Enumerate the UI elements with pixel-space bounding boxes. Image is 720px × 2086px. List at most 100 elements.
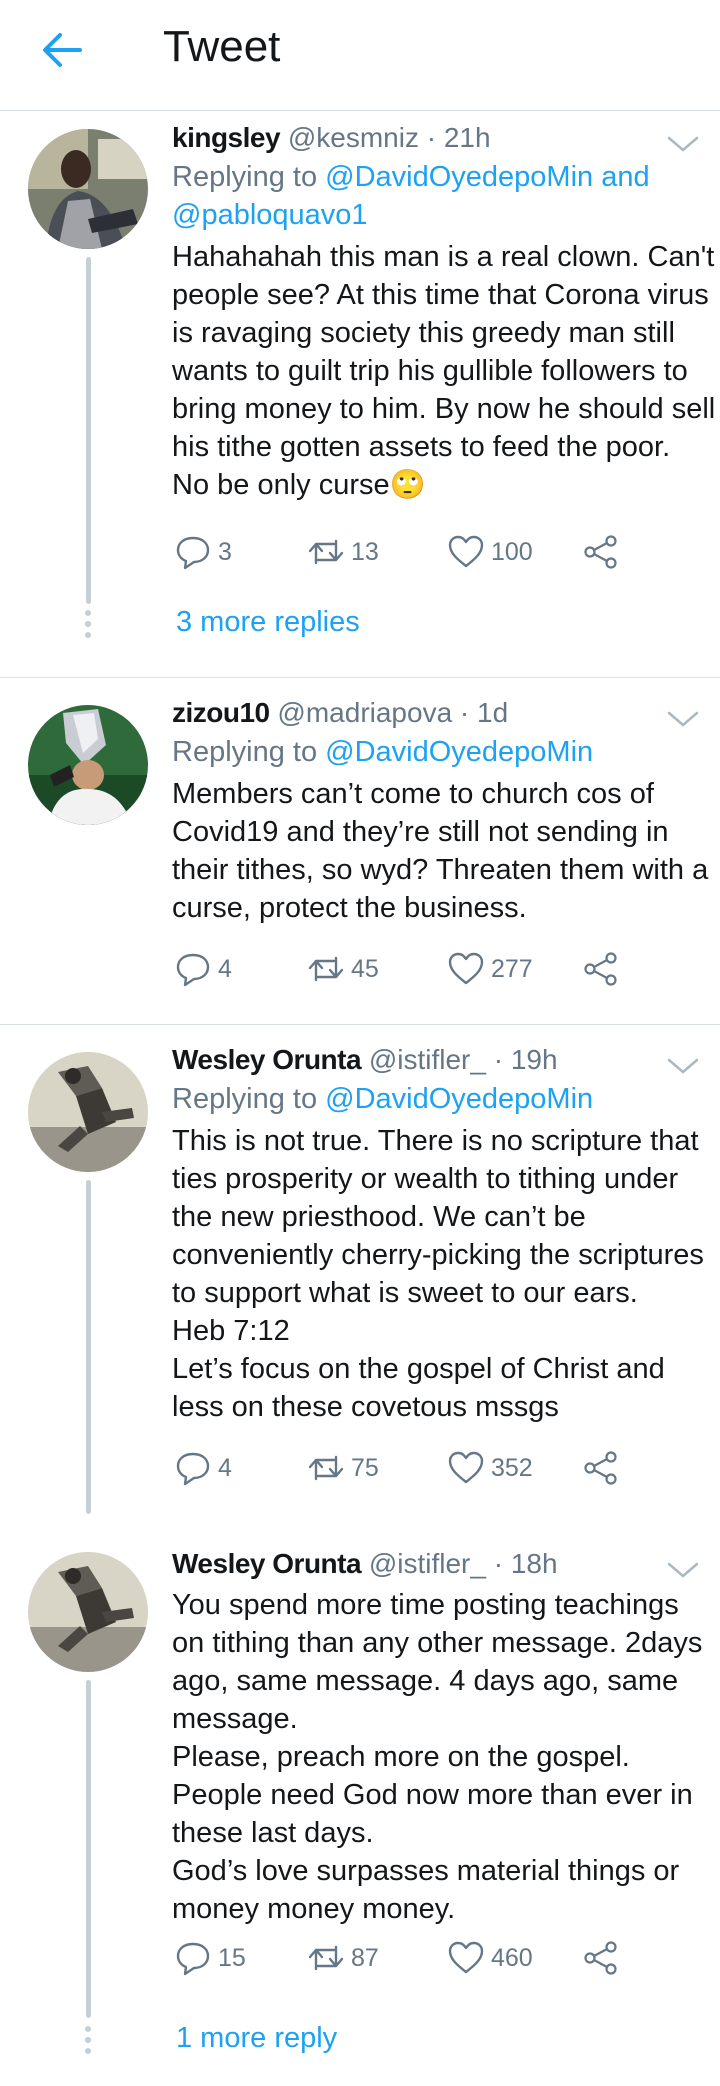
retweet-count: 75 — [351, 1453, 379, 1482]
tweet-text-line: less on these covetous mssgs — [172, 1391, 559, 1423]
heart-icon — [448, 952, 484, 985]
tweet-text-line: Hahahahah this man is a real clown. Can'… — [172, 241, 715, 273]
tweet-text-line: Heb 7:12 — [172, 1315, 290, 1347]
share-icon — [584, 952, 617, 986]
user-handle: @istifler_ · 18h — [368, 1548, 558, 1579]
replying-to: Replying to @DavidOyedepoMin — [172, 733, 702, 771]
like-button[interactable]: 460 — [447, 1936, 533, 1980]
retweet-count: 13 — [351, 537, 379, 566]
mention-link[interactable]: @DavidOyedepoMin — [325, 736, 593, 768]
tweet-content: zizou10 @madriapova · 1d Replying to @Da… — [172, 695, 709, 927]
tweet-text: This is not true. There is no scripture … — [172, 1122, 704, 1426]
like-count: 277 — [491, 954, 533, 983]
tweet-text-line: their tithes, so wyd? Threaten them with… — [172, 854, 709, 886]
retweet-button[interactable]: 75 — [307, 1446, 379, 1490]
tweet-text-line: Let’s focus on the gospel of Christ and — [172, 1353, 665, 1385]
mention-link[interactable]: @DavidOyedepoMin — [325, 161, 593, 193]
replying-to: Replying to @DavidOyedepoMin and @pabloq… — [172, 158, 702, 234]
more-replies-link[interactable]: 1 more reply — [176, 2022, 337, 2055]
avatar[interactable] — [28, 1552, 148, 1672]
mention-link[interactable]: @pabloquavo1 — [172, 199, 368, 231]
like-button[interactable]: 352 — [447, 1446, 533, 1490]
user-name[interactable]: kingsley — [172, 122, 281, 153]
top-bar: Tweet — [0, 0, 720, 111]
tweet-content: Wesley Orunta @istifler_ · 19h Replying … — [172, 1042, 704, 1426]
tweet-text-line: God’s love surpasses material things or — [172, 1855, 680, 1887]
reply-button[interactable]: 4 — [174, 947, 232, 991]
share-button[interactable] — [582, 1936, 620, 1980]
mention-link[interactable]: @DavidOyedepoMin — [325, 1083, 593, 1115]
tweet-header: zizou10 @madriapova · 1d — [172, 695, 702, 731]
heart-icon — [448, 1941, 484, 1974]
tweet-text-line: Members can’t come to church cos of — [172, 778, 654, 810]
replying-to: Replying to @DavidOyedepoMin — [172, 1080, 702, 1118]
avatar[interactable] — [28, 1052, 148, 1172]
thread-line — [86, 1180, 91, 1514]
avatar[interactable] — [28, 129, 148, 249]
retweet-button[interactable]: 45 — [307, 947, 379, 991]
chevron-down-icon[interactable] — [666, 134, 700, 154]
reply-count: 4 — [218, 1453, 232, 1482]
share-icon — [584, 535, 617, 569]
retweet-icon — [308, 1455, 344, 1481]
tweet-actions: 4 45 277 — [172, 947, 672, 991]
share-button[interactable] — [582, 530, 620, 574]
tweet-text-line: on tithing than any other message. 2days — [172, 1627, 703, 1659]
tweet[interactable]: Wesley Orunta @istifler_ · 18h You spend… — [0, 1514, 720, 2086]
tweet-text-line: his tithe gotten assets to feed the poor… — [172, 431, 671, 463]
replying-to-label: Replying to — [172, 161, 318, 193]
tweet[interactable]: Wesley Orunta @istifler_ · 19h Replying … — [0, 1026, 720, 1514]
tweet-header: kingsley @kesmniz · 21h — [172, 120, 702, 156]
share-button[interactable] — [582, 947, 620, 991]
user-name[interactable]: Wesley Orunta — [172, 1044, 362, 1075]
tweet-text-line: message. — [172, 1703, 298, 1735]
thread-line — [86, 257, 91, 604]
thread-dots — [85, 610, 92, 643]
tweet-text-line: is ravaging society this greedy man stil… — [172, 317, 675, 349]
chevron-down-icon[interactable] — [666, 709, 700, 729]
reply-button[interactable]: 15 — [174, 1936, 246, 1980]
share-icon — [584, 1941, 617, 1975]
reply-icon — [176, 1452, 210, 1486]
thread-dots — [85, 2026, 92, 2059]
user-handle: @madriapova · 1d — [277, 697, 509, 728]
retweet-button[interactable]: 13 — [307, 530, 379, 574]
user-name[interactable]: zizou10 — [172, 697, 270, 728]
tweet-text-line: No be only curse🙄 — [172, 469, 426, 501]
heart-icon — [448, 1451, 484, 1484]
thread-line — [86, 1680, 91, 2018]
share-button[interactable] — [582, 1446, 620, 1490]
tweet-actions: 4 75 352 — [172, 1446, 672, 1490]
tweet-text-line: This is not true. There is no scripture … — [172, 1125, 699, 1157]
tweet-text-line: You spend more time posting teachings — [172, 1589, 679, 1621]
avatar[interactable] — [28, 705, 148, 825]
like-count: 100 — [491, 537, 533, 566]
chevron-down-icon[interactable] — [666, 1056, 700, 1076]
tweet-text-line: ties prosperity or wealth to tithing und… — [172, 1163, 679, 1195]
more-replies-link[interactable]: 3 more replies — [176, 606, 360, 639]
tweet-text-line: ago, same message. 4 days ago, same — [172, 1665, 679, 1697]
tweet-actions: 3 13 100 — [172, 530, 672, 574]
tweet-content: Wesley Orunta @istifler_ · 18h You spend… — [172, 1546, 702, 1928]
chevron-down-icon[interactable] — [666, 1560, 700, 1580]
back-arrow-icon[interactable] — [38, 26, 86, 74]
like-button[interactable]: 100 — [447, 530, 533, 574]
retweet-button[interactable]: 87 — [307, 1936, 379, 1980]
tweet-text-line: Covid19 and they’re still not sending in — [172, 816, 669, 848]
tweet-text-line: People need God now more than ever in — [172, 1779, 693, 1811]
tweet-content: kingsley @kesmniz · 21h Replying to @Dav… — [172, 120, 716, 504]
tweet[interactable]: kingsley @kesmniz · 21h Replying to @Dav… — [0, 112, 720, 678]
tweet-text-line: to support what is sweet to our ears. — [172, 1277, 638, 1309]
tweet-text: Hahahahah this man is a real clown. Can'… — [172, 238, 716, 504]
retweet-icon — [308, 956, 344, 982]
user-handle: @istifler_ · 19h — [368, 1044, 558, 1075]
tweet-text-line: bring money to him. By now he should sel… — [172, 393, 716, 425]
page-title: Tweet — [163, 22, 281, 71]
tweet[interactable]: zizou10 @madriapova · 1d Replying to @Da… — [0, 679, 720, 1025]
tweet-text-line: Please, preach more on the gospel. — [172, 1741, 630, 1773]
like-button[interactable]: 277 — [447, 947, 533, 991]
reply-button[interactable]: 3 — [174, 530, 232, 574]
user-name[interactable]: Wesley Orunta — [172, 1548, 362, 1579]
replying-to-label: Replying to — [172, 1083, 318, 1115]
reply-button[interactable]: 4 — [174, 1446, 232, 1490]
